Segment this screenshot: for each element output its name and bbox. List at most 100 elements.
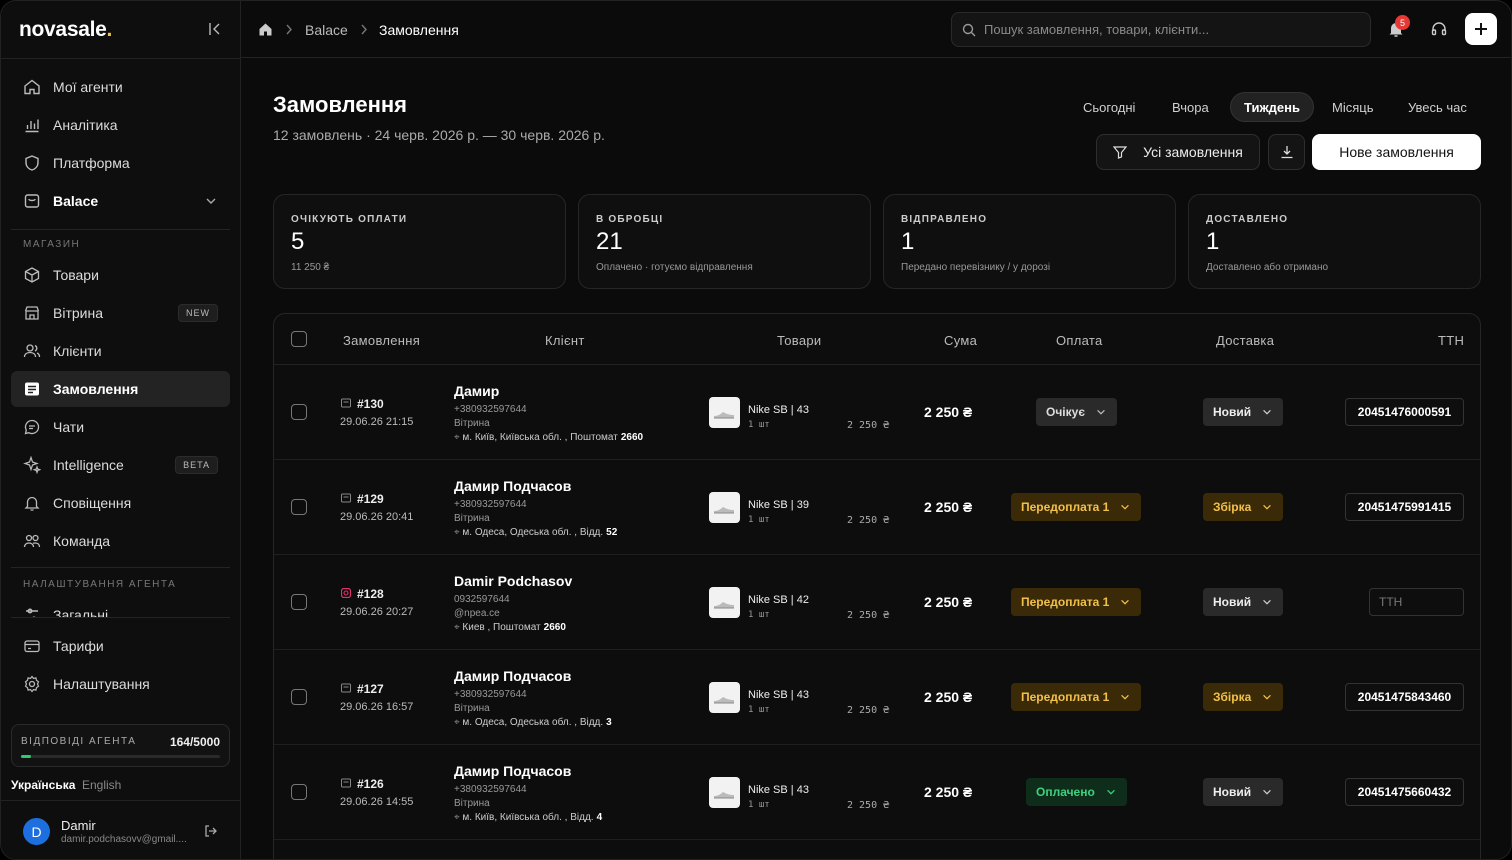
stat-card[interactable]: В ОБРОБЦІ 21 Оплачено · готуємо відправлен… [578,194,871,289]
sidebar-item-0[interactable]: Мої агенти [11,69,230,105]
stat-card[interactable]: ДОСТАВЛЕНО 1 Доставлено або отримано [1188,194,1481,289]
client-name[interactable]: Дамир Подчасов [454,668,571,684]
ttn-field[interactable]: 20451475660432 [1345,778,1464,806]
order-date: 29.06.26 20:27 [340,606,414,618]
sidebar-item-bottom-0[interactable]: Тарифи [11,628,230,664]
stat-card[interactable]: ОЧІКУЮТЬ ОПЛАТИ 5 11 250 ₴ [273,194,566,289]
sidebar-item-3[interactable]: Balace [11,183,230,219]
user-profile[interactable]: D Damir damir.podchasovv@gmail.... [23,814,223,848]
sneaker-icon [714,412,734,419]
bell-icon [24,496,40,511]
filter-orders-button[interactable]: Усі замовлення [1096,134,1260,170]
order-id[interactable]: #129 [357,492,384,506]
sidebar-item-shop-0[interactable]: Товари [11,257,230,293]
logout-icon[interactable] [204,824,218,838]
col-header-sum[interactable]: Сума [944,333,977,348]
delivery-status-dropdown[interactable]: Новий [1203,398,1284,426]
period-all-time[interactable]: Увесь час [1395,92,1480,122]
delivery-status-dropdown[interactable]: Збірка [1203,493,1284,521]
payment-status-dropdown[interactable]: Оплачено [1026,778,1127,806]
sidebar-item-1[interactable]: Аналітика [11,107,230,143]
col-header-payment[interactable]: Оплата [1056,333,1103,348]
product-thumbnail[interactable] [709,682,740,713]
order-id[interactable]: #130 [357,397,384,411]
row-checkbox[interactable] [291,404,307,420]
section-label-shop: МАГАЗИН [23,239,81,250]
ttn-field[interactable]: 20451475991415 [1345,493,1464,521]
payment-status-dropdown[interactable]: Передоплата 1 [1011,493,1142,521]
product-thumbnail[interactable] [709,777,740,808]
sidebar-item-2[interactable]: Платформа [11,145,230,181]
period-month[interactable]: Місяць [1319,92,1386,122]
order-id[interactable]: #126 [357,777,384,791]
sidebar: novasale. МАГАЗИН НАЛАШТУВАННЯ АГЕНТА За… [1,1,241,859]
client-name[interactable]: Дамир Подчасов [454,478,571,494]
col-header-order[interactable]: Замовлення [343,333,420,348]
product-thumbnail[interactable] [709,492,740,523]
notifications-button[interactable]: 5 [1380,13,1412,45]
export-button[interactable] [1268,134,1305,170]
sidebar-item-shop-4[interactable]: Чати [11,409,230,445]
client-name[interactable]: Damir Podchasov [454,573,572,589]
home-icon[interactable] [258,22,273,37]
lang-english[interactable]: English [82,778,121,792]
breadcrumb-balace[interactable]: Balace [305,22,348,38]
product-thumbnail[interactable] [709,397,740,428]
lang-ukrainian[interactable]: Українська [11,778,75,792]
delivery-status-dropdown[interactable]: Новий [1203,778,1284,806]
table-row[interactable]: #126 29.06.26 14:55 Дамир Подчасов +3809325… [274,745,1480,840]
row-checkbox[interactable] [291,594,307,610]
row-checkbox[interactable] [291,499,307,515]
select-all-checkbox[interactable] [291,331,307,347]
product-thumbnail[interactable] [709,587,740,618]
chevron-down-icon [1097,409,1105,415]
sidebar-item-shop-7[interactable]: Команда [11,523,230,559]
order-id[interactable]: #128 [357,587,384,601]
ttn-field[interactable]: 20451476000591 [1345,398,1464,426]
order-id[interactable]: #127 [357,682,384,696]
client-name[interactable]: Дамир [454,383,499,399]
row-checkbox[interactable] [291,689,307,705]
client-name[interactable]: Дамир Подчасов [454,763,571,779]
new-order-button[interactable]: Нове замовлення [1312,134,1481,170]
chevron-down-icon [1121,599,1130,605]
delivery-status-dropdown[interactable]: Новий [1203,588,1284,616]
table-row[interactable]: #130 29.06.26 21:15 Дамир +380932597644 Вітр… [274,365,1480,460]
payment-status-dropdown[interactable]: Передоплата 1 [1011,588,1142,616]
support-button[interactable] [1423,13,1455,45]
row-checkbox[interactable] [291,784,307,800]
table-row[interactable]: #128 29.06.26 20:27 Damir Podchasov 0932597… [274,555,1480,650]
chevron-down-icon [1263,409,1271,415]
sidebar-item-shop-2[interactable]: Клієнти [11,333,230,369]
col-header-client[interactable]: Клієнт [545,333,585,348]
col-header-ttn[interactable]: ТТН [1438,333,1464,348]
collapse-sidebar-icon[interactable] [207,21,223,37]
table-row[interactable]: #129 29.06.26 20:41 Дамир Подчасов +3809325… [274,460,1480,555]
stat-card[interactable]: ВІДПРАВЛЕНО 1 Передано перевізнику / у дор… [883,194,1176,289]
shield-icon [25,155,39,171]
sidebar-item-shop-6[interactable]: Сповіщення [11,485,230,521]
sidebar-item-shop-3[interactable]: Замовлення [11,371,230,407]
sidebar-item-bottom-1[interactable]: Налаштування [11,666,230,702]
ttn-field[interactable]: 20451475843460 [1345,683,1464,711]
sidebar-item-shop-1[interactable]: Вітрина NEW [11,295,230,331]
search-input[interactable] [984,13,1364,46]
client-phone: +380932597644 [454,689,527,700]
period-today[interactable]: Сьогодні [1070,92,1148,122]
col-header-delivery[interactable]: Доставка [1216,333,1274,348]
chevron-down-icon[interactable] [204,194,218,208]
app-window: novasale. МАГАЗИН НАЛАШТУВАННЯ АГЕНТА За… [0,0,1512,860]
ttn-field[interactable]: ТТН [1369,588,1464,616]
sidebar-item-shop-5[interactable]: Intelligence BETA [11,447,230,483]
col-header-products[interactable]: Товари [777,333,821,348]
logo[interactable]: novasale. [19,18,112,42]
delivery-status-dropdown[interactable]: Збірка [1203,683,1284,711]
period-yesterday[interactable]: Вчора [1159,92,1222,122]
user-name: Damir [61,818,96,833]
payment-status-dropdown[interactable]: Передоплата 1 [1011,683,1142,711]
table-row[interactable]: #127 29.06.26 16:57 Дамир Подчасов +3809325… [274,650,1480,745]
payment-status-dropdown[interactable]: Очікує [1036,398,1117,426]
sidebar-item-general[interactable]: Загальні [11,599,230,617]
period-week[interactable]: Тиждень [1230,92,1314,122]
create-button[interactable] [1465,13,1497,45]
